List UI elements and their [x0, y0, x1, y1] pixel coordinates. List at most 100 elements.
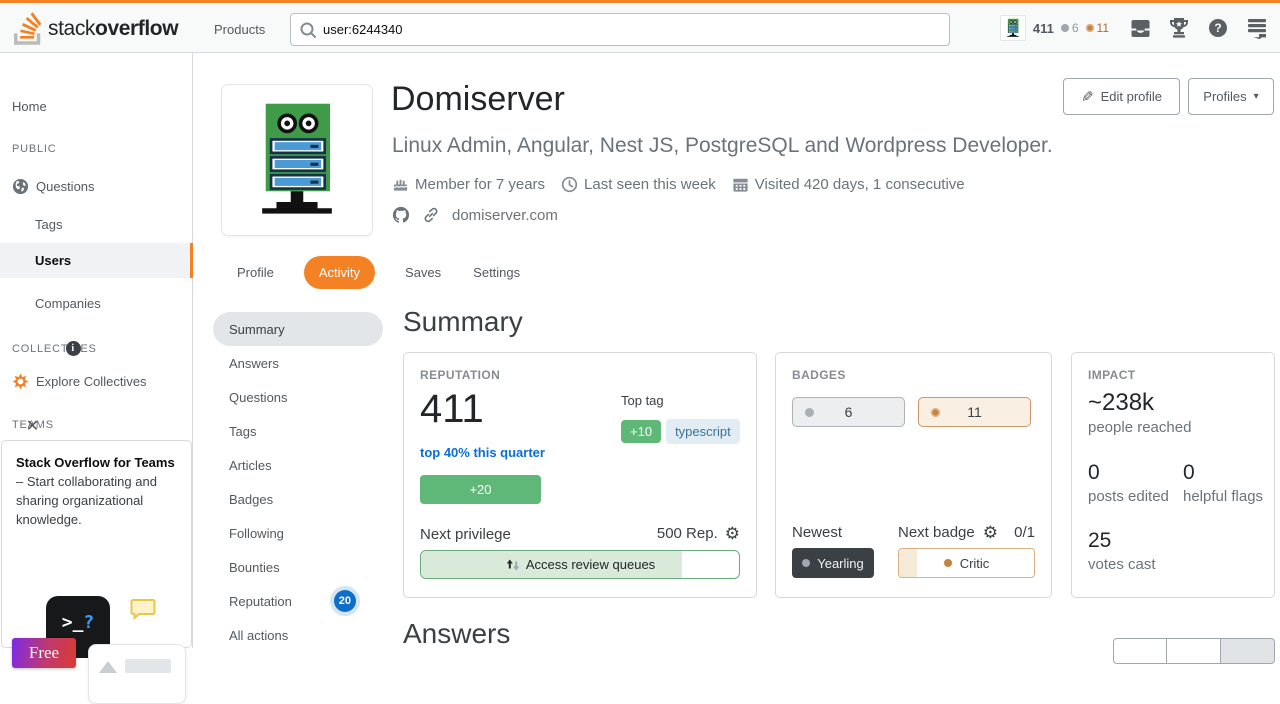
- newest-badge-label: Newest: [792, 524, 842, 541]
- teams-promo-text: Stack Overflow for Teams – Start collabo…: [16, 454, 177, 529]
- sort-option-button[interactable]: [1113, 638, 1167, 664]
- sidebar-item-companies[interactable]: Companies: [0, 288, 193, 318]
- left-sidebar: Home PUBLIC Questions Tags Users Compani…: [0, 53, 193, 648]
- subnav-item-answers[interactable]: Answers: [213, 346, 383, 380]
- subnav-item-tags[interactable]: Tags: [213, 414, 383, 448]
- badge-pills-row: 6 11: [792, 397, 1031, 427]
- newest-badge-pill[interactable]: Yearling: [792, 548, 874, 578]
- sidebar-header-public: PUBLIC: [12, 143, 57, 155]
- collectives-star-icon: [12, 373, 29, 390]
- profile-tagline: Linux Admin, Angular, Nest JS, PostgreSQ…: [392, 134, 1053, 158]
- gear-icon[interactable]: ⚙: [983, 524, 998, 541]
- upvote-triangle-icon: [99, 661, 117, 673]
- teams-promo-illustration: >_? Free: [2, 556, 193, 651]
- sort-option-button[interactable]: [1167, 638, 1221, 664]
- logo-text: stackoverflow: [48, 17, 178, 41]
- next-privilege-label: Next privilege: [420, 526, 511, 543]
- website-link-icon: [422, 206, 440, 224]
- profile-name: Domiserver: [391, 80, 565, 119]
- pencil-icon: ✎: [1081, 88, 1094, 106]
- stack-exchange-icon[interactable]: [1246, 17, 1268, 39]
- topbar-user-summary[interactable]: 411 6 11: [997, 12, 1112, 44]
- silver-badge-icon: [1061, 24, 1069, 32]
- subnav-item-bounties[interactable]: Bounties: [213, 550, 383, 584]
- silver-badge-icon: [802, 559, 810, 567]
- search-bar[interactable]: [290, 13, 950, 46]
- website-link[interactable]: domiserver.com: [452, 207, 558, 224]
- sidebar-item-users[interactable]: Users: [0, 243, 193, 278]
- sort-option-button[interactable]: [1221, 638, 1275, 664]
- up-down-arrows-icon: [505, 558, 519, 571]
- subnav-item-articles[interactable]: Articles: [213, 448, 383, 482]
- silver-badge-count: 6: [1061, 21, 1079, 35]
- reputation-recent-change[interactable]: +20: [420, 475, 541, 504]
- subnav-item-following[interactable]: Following: [213, 516, 383, 550]
- profile-tabs: Profile Activity Saves Settings: [235, 256, 522, 289]
- helpful-flags-stat: 0 helpful flags: [1183, 461, 1263, 505]
- sidebar-item-tags[interactable]: Tags: [0, 209, 193, 239]
- achievements-trophy-icon[interactable]: [1168, 17, 1190, 39]
- tab-saves[interactable]: Saves: [403, 256, 443, 289]
- subnav-item-reputation[interactable]: Reputation20: [213, 584, 383, 618]
- reputation-value: 411: [420, 387, 484, 432]
- github-icon[interactable]: [392, 206, 410, 224]
- reputation-card: REPUTATION 411 top 40% this quarter +20 …: [403, 352, 757, 598]
- top-tag-label: Top tag: [621, 393, 664, 408]
- top-tag-name[interactable]: typescript: [666, 419, 740, 444]
- stackoverflow-logo[interactable]: stackoverflow: [14, 12, 178, 45]
- next-badge-label-row: Next badge ⚙: [898, 524, 998, 541]
- search-icon: [299, 21, 317, 39]
- sidebar-item-explore-collectives[interactable]: Explore Collectives: [0, 366, 193, 396]
- placeholder-bar: [125, 659, 171, 673]
- stackoverflow-logo-icon: [14, 12, 42, 45]
- inbox-icon[interactable]: [1129, 17, 1151, 39]
- people-reached-value: ~238k: [1088, 389, 1154, 417]
- globe-icon: [12, 178, 29, 195]
- member-since: Member for 7 years: [392, 176, 545, 193]
- answers-heading: Answers: [403, 618, 510, 650]
- privilege-progress-text: Access review queues: [421, 551, 739, 578]
- chevron-down-icon: ▾: [1254, 91, 1259, 102]
- promo-mini-card: [88, 644, 186, 704]
- profile-avatar[interactable]: [221, 84, 373, 236]
- sidebar-header-collectives: COLLECTIVES i: [12, 343, 97, 355]
- privilege-progress-bar[interactable]: Access review queues: [420, 550, 740, 579]
- bronze-badges-pill[interactable]: 11: [918, 397, 1031, 427]
- close-icon[interactable]: ✕: [26, 416, 40, 436]
- search-input[interactable]: [323, 22, 941, 37]
- subnav-item-summary[interactable]: Summary: [213, 312, 383, 346]
- profile-links-row: domiserver.com: [392, 206, 558, 224]
- nav-products[interactable]: Products: [206, 18, 273, 41]
- gear-icon[interactable]: ⚙: [725, 525, 740, 542]
- silver-badges-pill[interactable]: 6: [792, 397, 905, 427]
- help-icon[interactable]: ?: [1207, 17, 1229, 39]
- reputation-count: 411: [1033, 21, 1054, 36]
- impact-card-label: IMPACT: [1088, 368, 1136, 382]
- visited-days: Visited 420 days, 1 consecutive: [732, 176, 965, 193]
- subnav-item-badges[interactable]: Badges: [213, 482, 383, 516]
- sidebar-item-questions[interactable]: Questions: [0, 171, 193, 201]
- sidebar-header-teams: TEAMS ✕: [12, 419, 54, 431]
- sidebar-item-home[interactable]: Home: [0, 91, 193, 121]
- summary-heading: Summary: [403, 306, 523, 338]
- bronze-badge-icon: [944, 559, 952, 567]
- tab-activity[interactable]: Activity: [304, 256, 375, 289]
- user-avatar-small: [1000, 15, 1026, 41]
- badges-card-label: BADGES: [792, 368, 846, 382]
- activity-subnav: Summary Answers Questions Tags Articles …: [213, 312, 383, 652]
- next-privilege-rep: 500 Rep. ⚙: [657, 525, 740, 542]
- next-badge-pill[interactable]: Critic: [898, 548, 1035, 578]
- reputation-card-label: REPUTATION: [420, 368, 500, 382]
- speech-bubble-icon: [130, 598, 156, 622]
- profiles-dropdown-button[interactable]: Profiles ▾: [1188, 78, 1274, 115]
- posts-edited-stat: 0 posts edited: [1088, 461, 1169, 505]
- reputation-rank-link[interactable]: top 40% this quarter: [420, 445, 545, 460]
- bronze-badge-icon: [931, 408, 940, 417]
- subnav-item-all-actions[interactable]: All actions: [213, 618, 383, 652]
- tab-profile[interactable]: Profile: [235, 256, 276, 289]
- edit-profile-button[interactable]: ✎ Edit profile: [1063, 78, 1180, 115]
- cake-icon: [392, 176, 409, 193]
- subnav-item-questions[interactable]: Questions: [213, 380, 383, 414]
- info-icon[interactable]: i: [66, 341, 81, 356]
- tab-settings[interactable]: Settings: [471, 256, 522, 289]
